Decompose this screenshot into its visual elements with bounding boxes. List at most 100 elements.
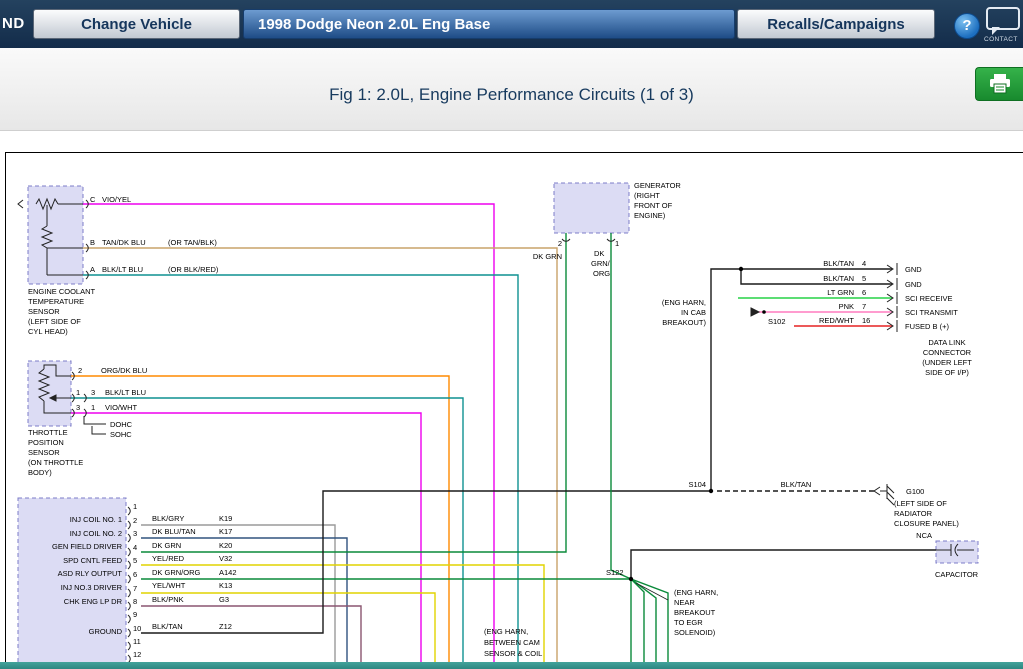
diagram-label: 7 [862, 302, 866, 311]
splice-dot [629, 577, 633, 581]
pin-connector [128, 642, 130, 650]
tab-change-vehicle[interactable]: Change Vehicle [33, 9, 240, 39]
speech-bubble-icon [986, 7, 1020, 30]
diagram-label: K20 [219, 541, 232, 550]
diagram-label: 8 [133, 597, 137, 606]
diagram-label: (ENG HARN, [484, 627, 528, 636]
diagram-label: 1 [76, 388, 80, 397]
diagram-label: 1 [91, 403, 95, 412]
diagram-label: YEL/RED [152, 554, 185, 563]
diagram-label: NCA [916, 531, 932, 540]
pin-connector [128, 629, 130, 637]
top-nav-bar: ND Change Vehicle 1998 Dodge Neon 2.0L E… [0, 0, 1023, 48]
diagram-label: 3 [133, 529, 137, 538]
diagram-label: IN CAB [681, 308, 706, 317]
pin-connector [128, 534, 130, 542]
diagram-label: 2 [558, 239, 562, 248]
diagram-label: S102 [768, 317, 786, 326]
diagram-label: GEN FIELD DRIVER [52, 542, 123, 551]
contact-button[interactable]: CONTACT [984, 4, 1023, 48]
diagram-label: 1 [133, 502, 137, 511]
diagram-label: GENERATOR [634, 181, 681, 190]
diagram-label: 10 [133, 624, 141, 633]
diagram-label: GROUND [89, 627, 123, 636]
wire-gen-dkgrn-org [611, 233, 631, 579]
diagram-label: 4 [862, 259, 866, 268]
diagram-label: SOLENOID) [674, 628, 716, 637]
pin-connector [128, 521, 130, 529]
pin-connector [128, 615, 130, 623]
diagram-label: SCI RECEIVE [905, 294, 953, 303]
diagram-label: 6 [133, 570, 137, 579]
pin-connector [128, 575, 130, 583]
wire-dk-grn [141, 233, 566, 552]
diagram-label: 3 [91, 388, 95, 397]
help-button[interactable]: ? [954, 13, 980, 39]
diagram-canvas[interactable]: CVIO/YELBTAN/DK BLU(OR TAN/BLK)ABLK/LT B… [5, 152, 1023, 662]
diagram-label: 16 [862, 316, 870, 325]
wire-capacitor-feed [631, 550, 936, 579]
diagram-label: FUSED B (+) [905, 322, 949, 331]
wire-yel-wht [141, 593, 435, 663]
diagram-label: SCI TRANSMIT [905, 308, 958, 317]
diagram-label: (LEFT SIDE OF [894, 499, 947, 508]
diagram-label: BLK/TAN [152, 622, 183, 631]
diagram-label: BETWEEN CAM [484, 638, 540, 647]
diagram-label: TAN/DK BLU [102, 238, 146, 247]
dohc-pointer [84, 416, 106, 424]
tab-vehicle-info[interactable]: 1998 Dodge Neon 2.0L Eng Base [243, 9, 735, 39]
diagram-label: A [90, 265, 95, 274]
diagram-label: DK [594, 249, 604, 258]
diagram-label: 6 [862, 288, 866, 297]
wire-s122-branch-b [631, 579, 644, 663]
diagram-label: TO EGR [674, 618, 703, 627]
diagram-label: 9 [133, 610, 137, 619]
diagram-label: SENSOR [28, 307, 60, 316]
diagram-label: 5 [133, 556, 137, 565]
diagram-label: K17 [219, 527, 232, 536]
diagram-label: DOHC [110, 420, 133, 429]
diagram-label: SPD CNTL FEED [63, 556, 122, 565]
diagram-label: 3 [76, 403, 80, 412]
splice-dot [709, 489, 713, 493]
diagram-label: SIDE OF I/P) [925, 368, 969, 377]
diagram-label: DATA LINK [928, 338, 965, 347]
diagram-label: 5 [862, 274, 866, 283]
diagram-label: FRONT OF [634, 201, 673, 210]
diagram-label: RED/WHT [819, 316, 854, 325]
splice-dot [739, 267, 743, 271]
diagram-label: POSITION [28, 438, 64, 447]
diagram-label: 4 [133, 543, 137, 552]
diagram-label: GND [905, 280, 922, 289]
diagram-label: S122 [606, 568, 624, 577]
diagram-label: ORG/DK BLU [101, 366, 147, 375]
diagram-label: ENGINE COOLANT [28, 287, 96, 296]
diagram-label: (UNDER LEFT [922, 358, 972, 367]
pin-connector [128, 561, 130, 569]
diagram-label: (ENG HARN, [662, 298, 706, 307]
diagram-label: VIO/YEL [102, 195, 131, 204]
diagram-label: V32 [219, 554, 232, 563]
diagram-label: INJ NO.3 DRIVER [61, 583, 123, 592]
diagram-label: DK GRN [152, 541, 181, 550]
diagram-label: (OR TAN/BLK) [168, 238, 217, 247]
tab-recalls-campaigns[interactable]: Recalls/Campaigns [737, 9, 935, 39]
pin-connector [128, 548, 130, 556]
diagram-label: SENSOR [28, 448, 60, 457]
diagram-label: CHK ENG LP DR [64, 597, 123, 606]
diagram-label: G3 [219, 595, 229, 604]
diagram-label: DK GRN [533, 252, 562, 261]
wiring-diagram: CVIO/YELBTAN/DK BLU(OR TAN/BLK)ABLK/LT B… [6, 153, 1023, 663]
diagram-label: (LEFT SIDE OF [28, 317, 81, 326]
diagram-label: NEAR [674, 598, 695, 607]
breakout-arrow-icon [751, 308, 759, 316]
diagram-label: BLK/TAN [823, 274, 854, 283]
diagram-label: A142 [219, 568, 237, 577]
diagram-label: BREAKOUT) [662, 318, 706, 327]
ground-icon [887, 498, 894, 505]
diagram-label: ENGINE) [634, 211, 666, 220]
wire-blk-pnk [141, 606, 361, 663]
diagram-label: INJ COIL NO. 1 [70, 515, 122, 524]
print-button[interactable] [975, 67, 1023, 101]
diagram-label: K19 [219, 514, 232, 523]
